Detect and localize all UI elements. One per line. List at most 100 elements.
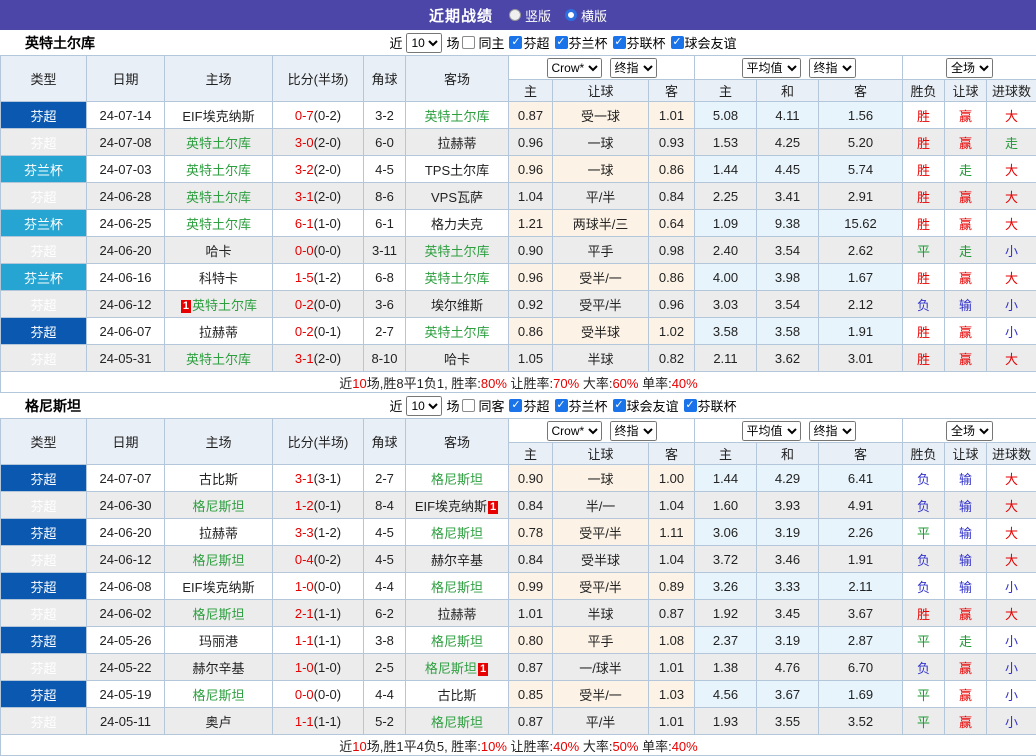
league-filter-0[interactable]: ✓芬超 — [509, 396, 549, 415]
odds-away-cell: 0.86 — [649, 264, 695, 291]
odds-stage-select[interactable]: 终指 — [610, 421, 657, 441]
results-tbody: 芬超24-07-14EIF埃克纳斯0-7(0-2)3-2英特土尔库0.87受一球… — [1, 102, 1036, 372]
home-team-link[interactable]: 英特土尔库 — [186, 190, 251, 205]
away-team-cell: 格尼斯坦 — [406, 627, 509, 654]
avg-home-cell: 1.53 — [695, 129, 757, 156]
matches-count-select[interactable]: 10 — [406, 33, 442, 53]
league-filter-2[interactable]: ✓球会友谊 — [613, 396, 679, 415]
col-score: 比分(半场) — [273, 56, 364, 102]
away-team-link[interactable]: 英特土尔库 — [424, 109, 489, 124]
home-team-link[interactable]: 英特土尔库 — [186, 163, 251, 178]
home-team-link[interactable]: 科特卡 — [199, 271, 238, 286]
home-team-link[interactable]: 格尼斯坦 — [192, 499, 244, 514]
home-team-link[interactable]: 哈卡 — [205, 244, 231, 259]
average-select[interactable]: 平均值 — [742, 421, 801, 441]
checkbox-checked-icon[interactable]: ✓ — [509, 399, 522, 412]
away-team-link[interactable]: 拉赫蒂 — [437, 136, 476, 151]
home-team-link[interactable]: 玛丽港 — [199, 634, 238, 649]
checkbox-checked-icon[interactable]: ✓ — [613, 399, 626, 412]
bookmaker-select[interactable]: Crow* — [547, 421, 602, 441]
away-team-link[interactable]: 拉赫蒂 — [437, 607, 476, 622]
average-odds-header: 平均值 终指 — [695, 56, 903, 80]
result-handicap-cell: 赢 — [945, 654, 987, 681]
odds-home-cell: 1.05 — [509, 345, 553, 372]
away-team-link[interactable]: 哈卡 — [444, 352, 470, 367]
league-filter-3[interactable]: ✓球会友谊 — [671, 33, 737, 52]
away-team-link[interactable]: EIF埃克纳斯 — [415, 499, 487, 514]
fulltime-select[interactable]: 全场 — [946, 421, 993, 441]
away-team-link[interactable]: 格尼斯坦 — [431, 580, 483, 595]
away-team-link[interactable]: 英特土尔库 — [424, 271, 489, 286]
odds-handicap-cell: 受半球 — [553, 318, 649, 345]
summary-line: 近10场,胜1平4负5, 胜率:10% 让胜率:40% 大率:50% 单率:40… — [339, 739, 697, 754]
away-team-link[interactable]: 格尼斯坦 — [431, 634, 483, 649]
match-date-cell: 24-06-20 — [87, 519, 165, 546]
average-select[interactable]: 平均值 — [742, 58, 801, 78]
home-team-link[interactable]: 奥卢 — [205, 715, 231, 730]
checkbox-checked-icon[interactable]: ✓ — [671, 36, 684, 49]
home-team-link[interactable]: 英特土尔库 — [192, 298, 257, 313]
away-team-link[interactable]: VPS瓦萨 — [431, 190, 483, 205]
league-filter-1[interactable]: ✓芬兰杯 — [555, 396, 608, 415]
fulltime-select[interactable]: 全场 — [946, 58, 993, 78]
odds-stage-select[interactable]: 终指 — [610, 58, 657, 78]
league-filter-0[interactable]: ✓芬超 — [509, 33, 549, 52]
league-type-cell: 芬超 — [1, 600, 87, 627]
league-filter-2[interactable]: ✓芬联杯 — [613, 33, 666, 52]
corner-cell: 6-1 — [364, 210, 406, 237]
away-team-link[interactable]: 古比斯 — [437, 688, 476, 703]
home-team-link[interactable]: 英特土尔库 — [186, 352, 251, 367]
home-team-link[interactable]: 赫尔辛基 — [192, 661, 244, 676]
home-team-link[interactable]: 拉赫蒂 — [199, 526, 238, 541]
away-team-link[interactable]: TPS土尔库 — [425, 163, 489, 178]
matches-count-select[interactable]: 10 — [406, 396, 442, 416]
away-team-link[interactable]: 英特土尔库 — [424, 325, 489, 340]
away-team-cell: 拉赫蒂 — [406, 600, 509, 627]
same-venue-checkbox[interactable] — [462, 399, 475, 412]
checkbox-checked-icon[interactable]: ✓ — [509, 36, 522, 49]
result-wl-cell: 胜 — [903, 345, 945, 372]
away-team-cell: 埃尔维斯 — [406, 291, 509, 318]
checkbox-checked-icon[interactable]: ✓ — [684, 399, 697, 412]
radio-unchecked-icon[interactable] — [509, 9, 521, 21]
home-team-link[interactable]: EIF埃克纳斯 — [182, 580, 254, 595]
halftime-score: (0-0) — [314, 579, 341, 594]
avg-draw-cell: 4.45 — [757, 156, 819, 183]
checkbox-checked-icon[interactable]: ✓ — [613, 36, 626, 49]
home-team-link[interactable]: 格尼斯坦 — [192, 553, 244, 568]
checkbox-checked-icon[interactable]: ✓ — [555, 399, 568, 412]
away-team-link[interactable]: 格尼斯坦 — [425, 661, 477, 676]
home-team-link[interactable]: 古比斯 — [199, 472, 238, 487]
same-venue-checkbox[interactable] — [462, 36, 475, 49]
away-team-link[interactable]: 格尼斯坦 — [431, 472, 483, 487]
away-team-link[interactable]: 格尼斯坦 — [431, 526, 483, 541]
checkbox-checked-icon[interactable]: ✓ — [555, 36, 568, 49]
bookmaker-select[interactable]: Crow* — [547, 58, 602, 78]
away-team-cell: 拉赫蒂 — [406, 129, 509, 156]
away-team-link[interactable]: 格尼斯坦 — [431, 715, 483, 730]
home-team-link[interactable]: 格尼斯坦 — [192, 607, 244, 622]
away-team-link[interactable]: 英特土尔库 — [424, 244, 489, 259]
col-odds-handicap: 让球 — [553, 80, 649, 102]
view-radio-1[interactable]: 横版 — [565, 6, 607, 25]
league-filter-1[interactable]: ✓芬兰杯 — [555, 33, 608, 52]
average-stage-select[interactable]: 终指 — [809, 421, 856, 441]
home-team-link[interactable]: EIF埃克纳斯 — [182, 109, 254, 124]
summary-text: 大率: — [579, 739, 612, 754]
avg-home-cell: 2.37 — [695, 627, 757, 654]
radio-checked-icon[interactable] — [565, 9, 577, 21]
away-team-link[interactable]: 格力夫克 — [431, 217, 483, 232]
home-team-link[interactable]: 英特土尔库 — [186, 136, 251, 151]
league-filter-3[interactable]: ✓芬联杯 — [684, 396, 737, 415]
home-team-link[interactable]: 格尼斯坦 — [192, 688, 244, 703]
average-stage-select[interactable]: 终指 — [809, 58, 856, 78]
match-date-cell: 24-07-07 — [87, 465, 165, 492]
match-date-cell: 24-07-08 — [87, 129, 165, 156]
view-radio-0[interactable]: 竖版 — [509, 6, 551, 25]
home-team-link[interactable]: 拉赫蒂 — [199, 325, 238, 340]
score-cell: 2-1(1-1) — [273, 600, 364, 627]
away-team-link[interactable]: 赫尔辛基 — [431, 553, 483, 568]
home-team-link[interactable]: 英特土尔库 — [186, 217, 251, 232]
avg-home-cell: 3.58 — [695, 318, 757, 345]
away-team-link[interactable]: 埃尔维斯 — [431, 298, 483, 313]
